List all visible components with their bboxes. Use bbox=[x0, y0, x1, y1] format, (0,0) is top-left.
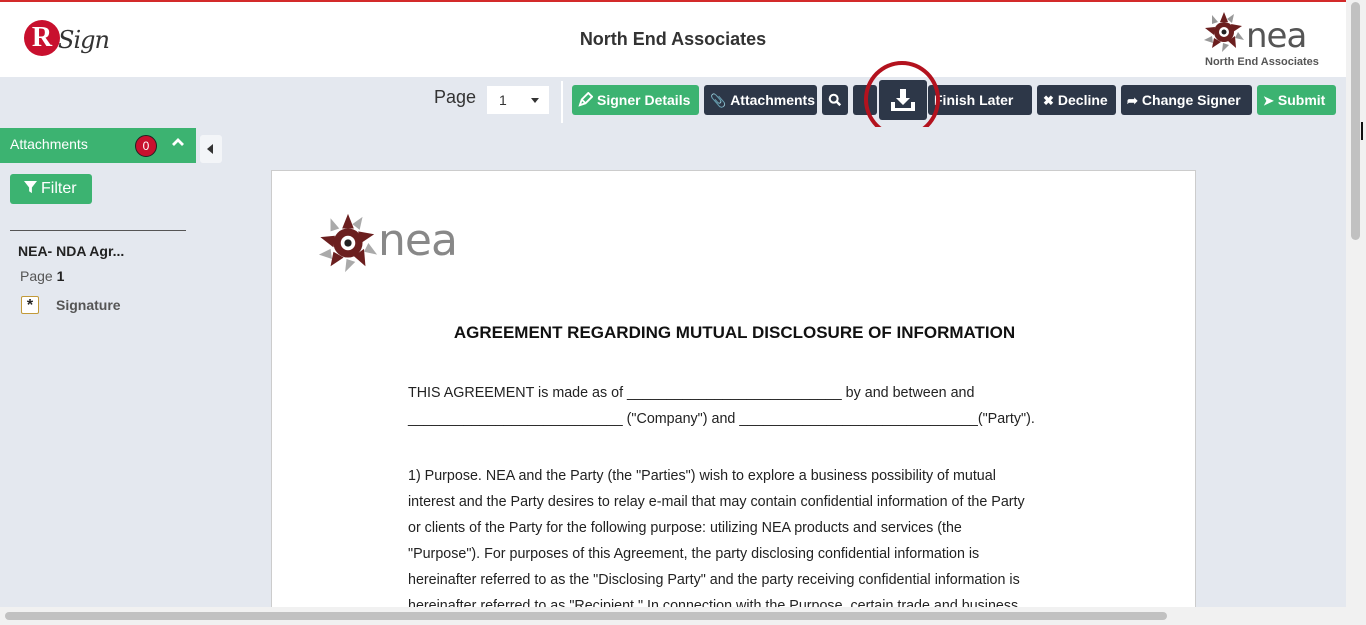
attachments-button[interactable]: 📎 Attachments bbox=[704, 85, 817, 115]
collapse-sidebar-button[interactable] bbox=[200, 135, 222, 163]
document-line: or clients of the Party for the followin… bbox=[408, 520, 962, 536]
document-nea-logo: nea bbox=[316, 211, 486, 281]
document-paragraph-1: THIS AGREEMENT is made as of ___________… bbox=[408, 380, 1068, 432]
submit-label: Submit bbox=[1277, 92, 1326, 108]
close-icon: ✖ bbox=[1043, 93, 1054, 108]
filter-button[interactable]: Filter bbox=[10, 174, 92, 204]
finish-later-label: Finish Later bbox=[934, 92, 1014, 108]
page-title: North End Associates bbox=[579, 29, 767, 49]
toolbar-divider bbox=[561, 81, 563, 123]
sidebar-header[interactable]: Attachments 0 bbox=[0, 128, 196, 163]
change-signer-label: Change Signer bbox=[1141, 92, 1241, 108]
attachments-sidebar: Attachments 0 Filter NEA- NDA Agr... Pag… bbox=[0, 127, 196, 607]
sidebar-page-number: 1 bbox=[56, 268, 65, 284]
document-paragraph-2: 1) Purpose. NEA and the Party (the "Part… bbox=[408, 463, 1068, 609]
horizontal-scrollbar[interactable] bbox=[0, 607, 1346, 625]
sidebar-header-label: Attachments bbox=[10, 136, 88, 152]
document-viewer: nea AGREEMENT REGARDING MUTUAL DISCLOSUR… bbox=[196, 127, 1346, 610]
zoom-button[interactable] bbox=[822, 85, 848, 115]
attachments-label: Attachments bbox=[730, 92, 815, 108]
document-line: ___________________________ ("Company") … bbox=[408, 411, 1035, 427]
change-signer-button[interactable]: ➦ Change Signer bbox=[1121, 85, 1252, 115]
toolbar: Page 1 Signer Details 📎 Attachments Finis… bbox=[0, 77, 1346, 127]
document-line: 1) Purpose. NEA and the Party (the "Part… bbox=[408, 468, 996, 484]
chevron-left-icon bbox=[207, 144, 213, 154]
document-page: nea AGREEMENT REGARDING MUTUAL DISCLOSUR… bbox=[271, 170, 1196, 610]
zoom-icon bbox=[828, 93, 842, 107]
document-line: hereinafter referred to as the "Disclosi… bbox=[408, 572, 1020, 588]
signer-details-button[interactable]: Signer Details bbox=[572, 85, 699, 115]
signer-details-label: Signer Details bbox=[597, 92, 691, 108]
nea-gear-icon bbox=[1204, 12, 1244, 52]
document-line: interest and the Party desires to relay … bbox=[408, 494, 1025, 510]
document-line: THIS AGREEMENT is made as of ___________… bbox=[408, 385, 975, 401]
page-select[interactable]: 1 bbox=[487, 86, 549, 114]
filter-label: Filter bbox=[41, 180, 77, 197]
vertical-scrollbar-thumb[interactable] bbox=[1351, 2, 1360, 240]
document-line: "Purpose"). For purposes of this Agreeme… bbox=[408, 546, 980, 562]
share-arrow-icon: ➦ bbox=[1127, 93, 1138, 108]
text-cursor-icon bbox=[1361, 122, 1363, 140]
nea-logo-text: nea bbox=[1246, 16, 1307, 56]
page-label: Page bbox=[434, 87, 477, 107]
filter-icon bbox=[24, 181, 37, 194]
chevron-down-icon bbox=[531, 98, 539, 103]
sidebar-divider bbox=[10, 230, 186, 231]
attachments-count-badge: 0 bbox=[135, 135, 157, 157]
horizontal-scrollbar-thumb[interactable] bbox=[5, 612, 1167, 620]
page-select-value: 1 bbox=[499, 92, 507, 108]
chevron-up-icon[interactable] bbox=[170, 134, 186, 150]
document-title: AGREEMENT REGARDING MUTUAL DISCLOSURE OF… bbox=[453, 323, 1016, 342]
submit-button[interactable]: ➤ Submit bbox=[1257, 85, 1336, 115]
required-asterisk-icon: * bbox=[21, 296, 39, 314]
nea-logo-subtitle: North End Associates bbox=[1205, 56, 1319, 68]
nea-brand-logo: nea North End Associates bbox=[1202, 10, 1332, 70]
document-name[interactable]: NEA- NDA Agr... bbox=[18, 243, 124, 259]
paper-plane-icon: ➤ bbox=[1263, 93, 1274, 108]
paperclip-icon: 📎 bbox=[710, 93, 727, 108]
vertical-scrollbar[interactable] bbox=[1346, 0, 1366, 625]
decline-label: Decline bbox=[1057, 92, 1108, 108]
sidebar-page-row[interactable]: Page 1 bbox=[20, 268, 64, 284]
finish-later-button[interactable]: Finish Later bbox=[928, 85, 1032, 115]
pen-icon bbox=[578, 92, 593, 107]
nea-gear-icon bbox=[318, 213, 378, 273]
signature-field-item[interactable]: Signature bbox=[56, 297, 121, 313]
document-logo-text: nea bbox=[378, 215, 458, 266]
sidebar-page-prefix: Page bbox=[20, 268, 53, 284]
app-header: R Sign North End Associates nea North En… bbox=[0, 2, 1346, 77]
decline-button[interactable]: ✖ Decline bbox=[1037, 85, 1116, 115]
